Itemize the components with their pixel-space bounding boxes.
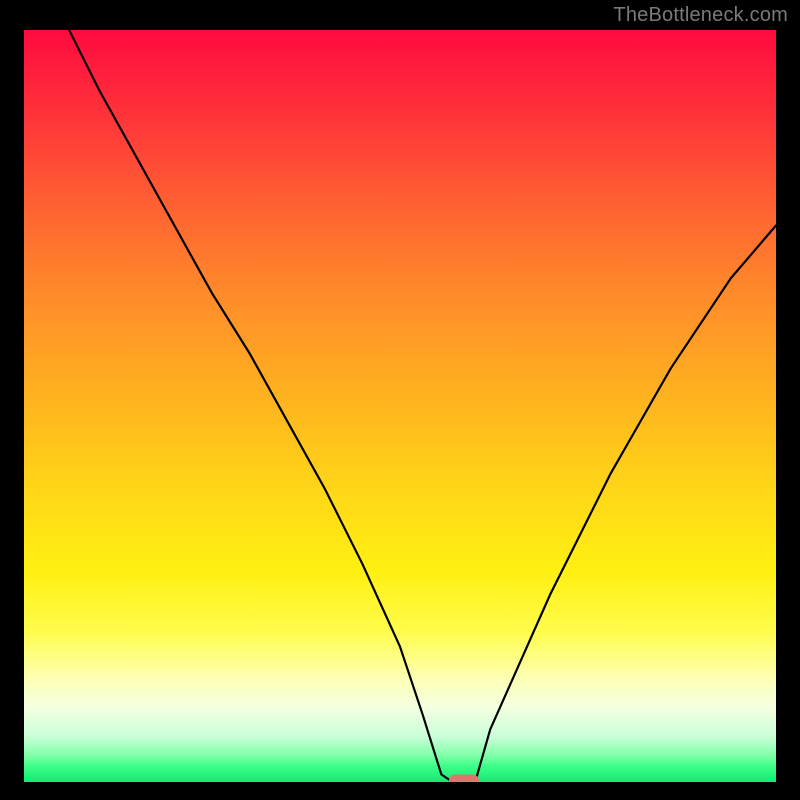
bottleneck-curve-path: [69, 30, 776, 782]
watermark-text: TheBottleneck.com: [613, 4, 788, 27]
optimal-marker: [449, 775, 479, 783]
chart-frame: TheBottleneck.com: [0, 0, 800, 800]
plot-area: [24, 30, 776, 782]
curve-svg: [24, 30, 776, 782]
